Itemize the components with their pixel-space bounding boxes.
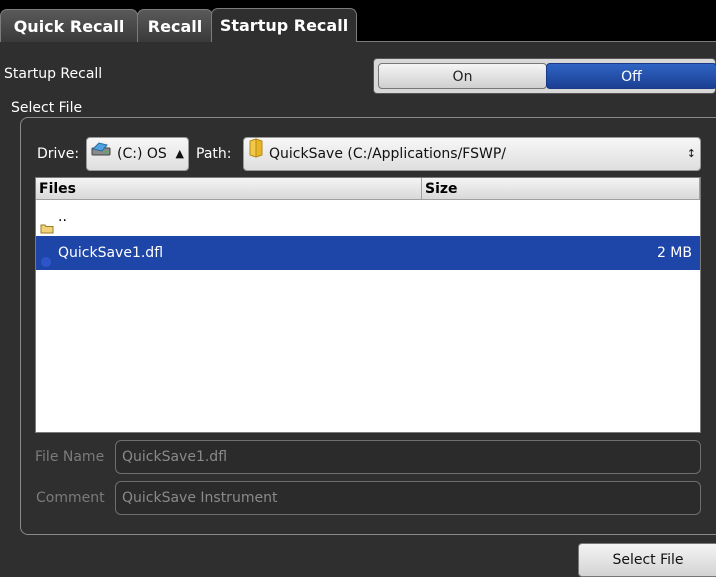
path-label: Path: <box>196 146 232 162</box>
tab-bar: Quick Recall Recall Startup Recall <box>0 0 716 42</box>
column-header-size[interactable]: Size <box>422 178 700 200</box>
file-list[interactable]: Files Size .. QuickSave1.dfl 2 MB <box>35 177 701 433</box>
list-item-selected[interactable]: QuickSave1.dfl 2 MB <box>36 236 700 270</box>
file-name-cell: QuickSave1.dfl <box>58 245 164 261</box>
off-button[interactable]: Off <box>546 63 716 89</box>
file-size-cell: 2 MB <box>656 245 692 261</box>
tab-recall[interactable]: Recall <box>137 9 213 42</box>
column-header-files[interactable]: Files <box>36 178 422 200</box>
spin-arrows-icon: ↕ <box>686 147 696 160</box>
startup-recall-toggle: On Off <box>373 58 716 94</box>
select-file-group-label: Select File <box>11 100 83 116</box>
startup-recall-label: Startup Recall <box>4 66 103 82</box>
spin-arrows-icon: ▲ <box>175 147 184 160</box>
comment-field[interactable]: QuickSave Instrument <box>115 481 701 515</box>
file-icon <box>40 247 52 281</box>
drive-value: (C:) OS <box>117 146 167 162</box>
drive-select[interactable]: (C:) OS ▲ <box>86 137 189 171</box>
file-name-field[interactable]: QuickSave1.dfl <box>115 440 701 474</box>
on-button[interactable]: On <box>378 63 547 89</box>
file-name-label: File Name <box>35 449 105 465</box>
tab-label: Startup Recall <box>219 16 349 35</box>
startup-recall-dialog: Quick Recall Recall Startup Recall Start… <box>0 0 716 577</box>
tab-divider <box>356 41 716 42</box>
comment-label: Comment <box>36 490 105 506</box>
path-value: QuickSave (C:/Applications/FSWP/ <box>269 146 507 162</box>
tab-startup-recall[interactable]: Startup Recall <box>211 8 357 42</box>
drive-icon <box>90 138 114 170</box>
drive-label: Drive: <box>37 146 80 162</box>
path-select[interactable]: QuickSave (C:/Applications/FSWP/ ↕ <box>243 137 701 171</box>
file-name-cell: .. <box>58 209 67 225</box>
list-item-parent[interactable]: .. <box>36 202 700 236</box>
tab-quick-recall[interactable]: Quick Recall <box>0 9 138 42</box>
select-file-button[interactable]: Select File <box>578 543 716 577</box>
tab-label: Recall <box>147 17 203 36</box>
folder-path-icon <box>247 138 265 170</box>
tab-label: Quick Recall <box>13 17 125 36</box>
